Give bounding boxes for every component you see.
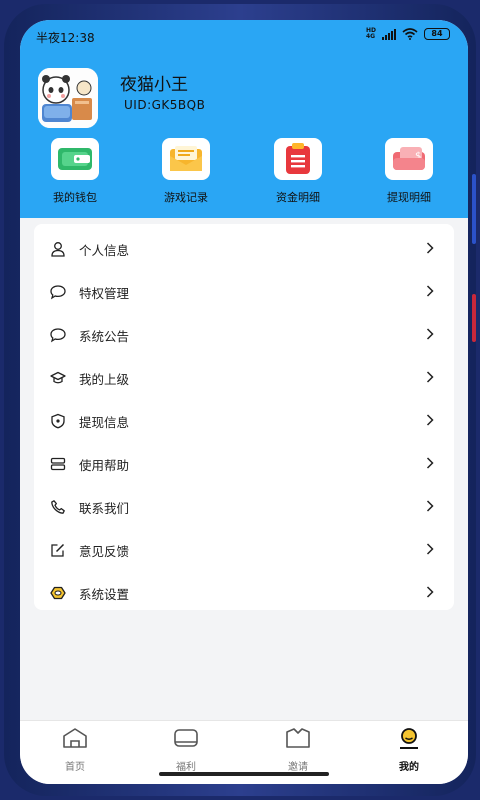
menu-item-label: 个人信息: [79, 243, 130, 258]
chevron-right-icon: [426, 586, 434, 598]
tab-label: 首页: [65, 762, 85, 773]
shortcut-tile: [162, 138, 210, 180]
shortcut-withdraw-details[interactable]: $ 提现明细: [369, 138, 449, 205]
shield-icon: [51, 413, 65, 429]
shortcut-game-records[interactable]: 游戏记录: [146, 138, 226, 205]
menu-item-label: 联系我们: [79, 501, 130, 516]
withdraw-card-icon: $: [393, 147, 425, 170]
side-button: [472, 174, 476, 244]
invite-icon: [286, 728, 310, 748]
shortcut-tile: $: [385, 138, 433, 180]
menu-item-system-announcement[interactable]: 系统公告: [34, 313, 454, 356]
status-time: 半夜12:38: [36, 31, 95, 45]
chevron-right-icon: [426, 500, 434, 512]
uid-label: UID:: [124, 98, 152, 112]
tab-label: 我的: [399, 762, 419, 773]
tab-label: 福利: [176, 762, 196, 773]
screen: 半夜12:38 HD 4G 84 夜猫小王 UID:GK5BQB 我的钱包 游戏…: [20, 20, 468, 784]
chevron-right-icon: [426, 242, 434, 254]
chat-bubble-icon: [50, 285, 66, 300]
signal-icon: [382, 28, 396, 40]
menu-item-label: 提现信息: [79, 415, 130, 430]
shortcut-grid: 我的钱包 游戏记录 资金明细 $ 提现明细: [20, 138, 468, 208]
ledger-icon: [286, 143, 310, 174]
menu-item-feedback[interactable]: 意见反馈: [34, 528, 454, 571]
person-icon: [51, 242, 65, 257]
avatar[interactable]: [38, 68, 98, 128]
tab-home[interactable]: 首页: [35, 727, 115, 773]
chevron-right-icon: [426, 328, 434, 340]
menu-item-privilege-management[interactable]: 特权管理: [34, 270, 454, 313]
phone-icon: [51, 500, 65, 514]
wifi-icon: [402, 28, 418, 40]
settings-menu: 个人信息 特权管理 系统公告 我的上级 提现信息 使用帮助 联系我们 意见反馈 …: [34, 224, 454, 610]
cartoon-avatar-icon: [38, 68, 98, 128]
status-icons: HD 4G 84: [366, 28, 450, 40]
envelope-icon: [170, 146, 202, 171]
phone-frame: 半夜12:38 HD 4G 84 夜猫小王 UID:GK5BQB 我的钱包 游戏…: [4, 4, 476, 796]
menu-item-label: 意见反馈: [79, 544, 130, 559]
tab-invite[interactable]: 邀请: [258, 727, 338, 773]
shortcut-fund-details[interactable]: 资金明细: [258, 138, 338, 205]
chevron-right-icon: [426, 371, 434, 383]
tab-label: 邀请: [288, 762, 308, 773]
battery-indicator: 84: [424, 28, 450, 40]
home-icon: [63, 728, 87, 748]
graduation-cap-icon: [50, 371, 66, 384]
menu-item-contact-us[interactable]: 联系我们: [34, 485, 454, 528]
menu-item-label: 系统公告: [79, 329, 130, 344]
chevron-right-icon: [426, 414, 434, 426]
username: 夜猫小王: [120, 75, 188, 95]
menu-item-label: 我的上级: [79, 372, 130, 387]
chevron-right-icon: [426, 543, 434, 555]
chevron-right-icon: [426, 285, 434, 297]
shortcut-tile: [51, 138, 99, 180]
menu-item-withdraw-info[interactable]: 提现信息: [34, 399, 454, 442]
edit-icon: [51, 543, 65, 557]
gift-icon: [174, 729, 198, 747]
menu-item-label: 特权管理: [79, 286, 130, 301]
menu-item-label: 使用帮助: [79, 458, 130, 473]
wallet-icon: [58, 148, 92, 170]
menu-item-personal-info[interactable]: 个人信息: [34, 227, 454, 270]
menu-item-help[interactable]: 使用帮助: [34, 442, 454, 485]
tab-welfare[interactable]: 福利: [146, 727, 226, 773]
shortcut-label: 提现明细: [387, 191, 431, 204]
chevron-right-icon: [426, 457, 434, 469]
hd-icon: HD 4G: [365, 27, 376, 40]
shortcut-label: 我的钱包: [53, 191, 97, 204]
shortcut-label: 游戏记录: [164, 191, 208, 204]
profile-header: 半夜12:38 HD 4G 84 夜猫小王 UID:GK5BQB 我的钱包 游戏…: [20, 20, 468, 218]
menu-item-system-settings[interactable]: 系统设置: [34, 571, 454, 614]
shortcut-tile: [274, 138, 322, 180]
shortcut-label: 资金明细: [276, 191, 320, 204]
power-button: [472, 294, 476, 342]
tab-mine[interactable]: 我的: [369, 727, 449, 773]
hexagon-settings-icon: [50, 586, 66, 600]
status-bar: 半夜12:38 HD 4G 84: [20, 20, 468, 50]
uid-value: GK5BQB: [151, 98, 206, 112]
menu-item-my-superior[interactable]: 我的上级: [34, 356, 454, 399]
chat-bubble-icon: [50, 328, 66, 343]
shortcut-wallet[interactable]: 我的钱包: [35, 138, 115, 205]
server-icon: [50, 457, 66, 471]
user-id: UID:GK5BQB: [124, 98, 205, 112]
profile-icon: [400, 728, 418, 749]
menu-item-label: 系统设置: [79, 587, 130, 602]
home-indicator[interactable]: [159, 772, 329, 776]
